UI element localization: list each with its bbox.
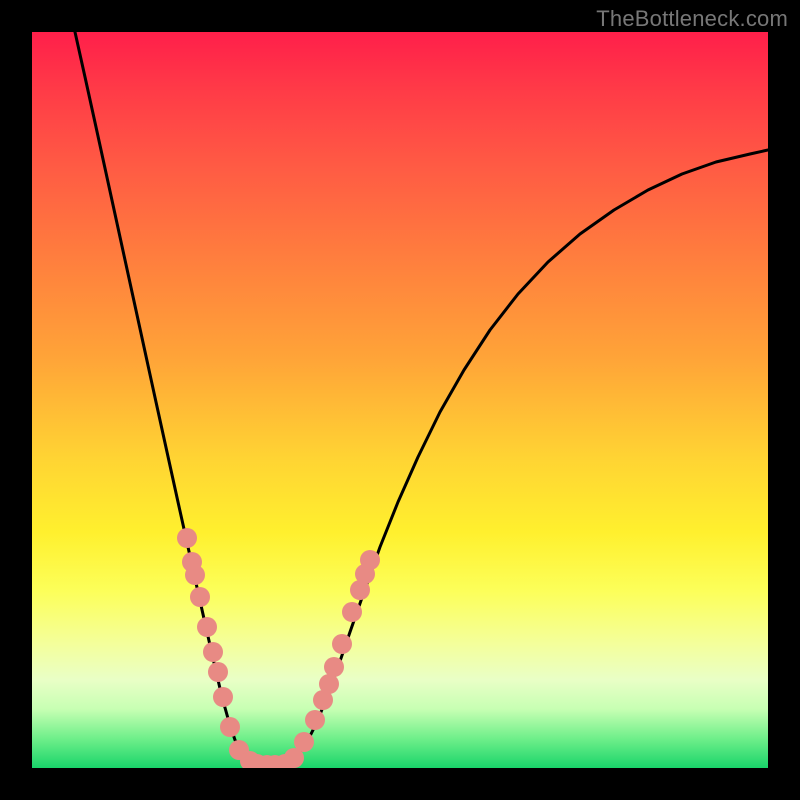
marker-dot [319,674,339,694]
watermark-text: TheBottleneck.com [596,6,788,32]
marker-dot [197,617,217,637]
curve-left-curve [75,32,258,764]
marker-dot [360,550,380,570]
marker-dot [324,657,344,677]
marker-dot [208,662,228,682]
marker-dot [305,710,325,730]
marker-dot [332,634,352,654]
marker-dot [190,587,210,607]
plot-area [32,32,768,768]
marker-dot [203,642,223,662]
marker-dot [185,565,205,585]
marker-dot [220,717,240,737]
curve-group [75,32,768,765]
marker-dot [177,528,197,548]
curve-right-curve [285,150,768,764]
marker-dot [294,732,314,752]
marker-dot [342,602,362,622]
chart-svg [32,32,768,768]
marker-dot [213,687,233,707]
marker-group [177,528,380,768]
